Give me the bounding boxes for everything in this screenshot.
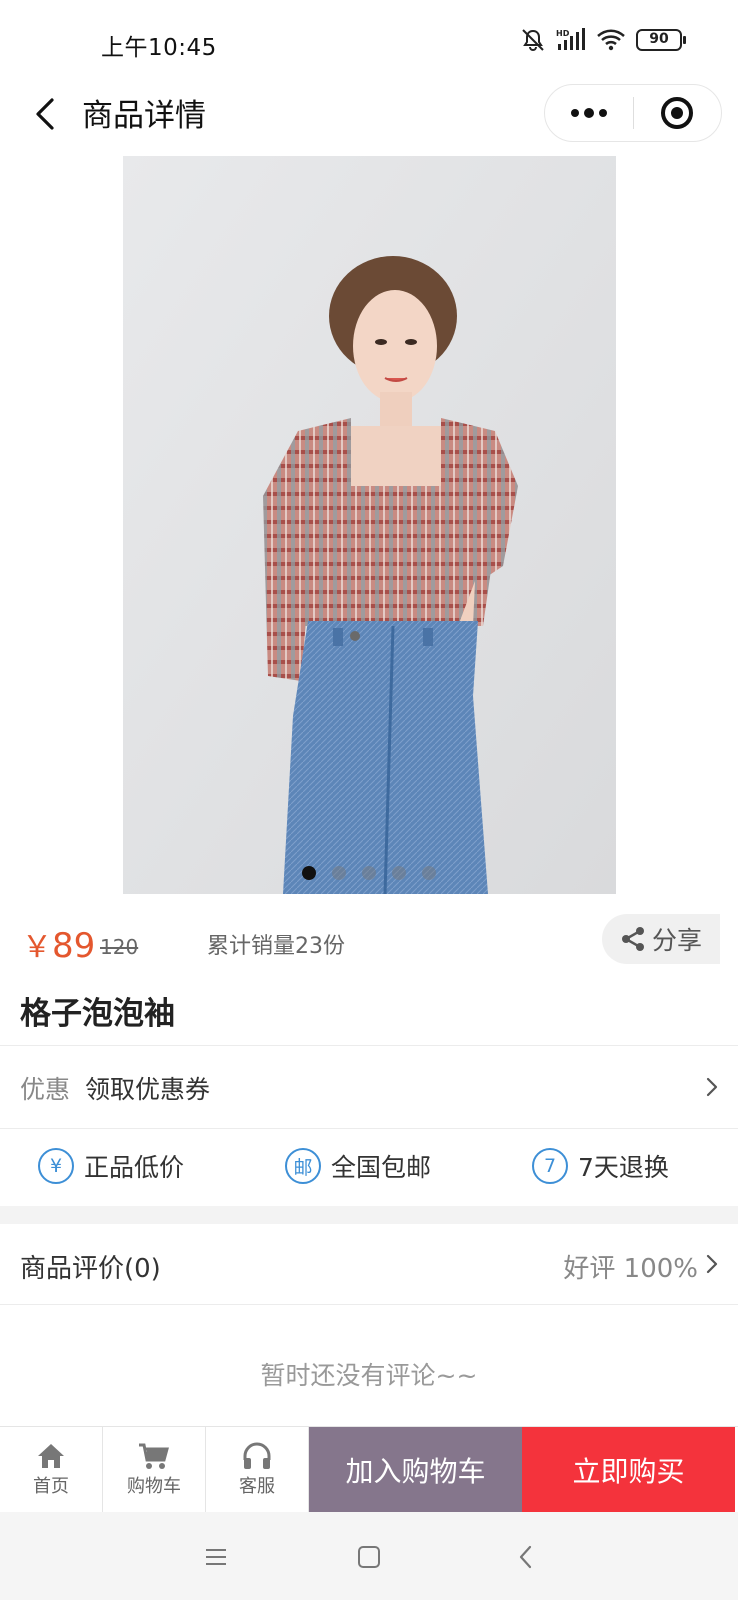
model-photo — [123, 156, 616, 894]
guarantee-text: 7天退换 — [578, 1153, 669, 1182]
bottom-action-bar: 首页 购物车 客服 加入购物车 立即购买 — [0, 1426, 738, 1512]
product-detail-screen: 上午10:45 HD 90 商品详情 ￥89 120 累计销量23份 分享 格子… — [0, 0, 738, 1600]
gallery-dot[interactable] — [302, 866, 316, 880]
currency-symbol: ￥ — [22, 930, 52, 965]
nav-bar: 商品详情 — [0, 80, 738, 152]
bell-off-icon — [522, 29, 544, 52]
original-price: 120 — [100, 935, 139, 959]
home-label: 首页 — [33, 1475, 69, 1497]
price-value: 89 — [52, 926, 96, 966]
system-nav-bar — [0, 1512, 738, 1600]
current-price: ￥89 — [22, 922, 95, 966]
status-icons: HD 90 — [520, 28, 686, 52]
guarantee-text: 正品低价 — [84, 1153, 185, 1182]
more-dots-icon — [570, 108, 607, 118]
gallery-dots — [0, 866, 738, 880]
menu-icon — [206, 1549, 226, 1565]
guarantee-returns: 7 7天退换 — [532, 1148, 669, 1184]
headphones-icon — [243, 1442, 271, 1469]
cart-icon — [139, 1443, 169, 1469]
mini-program-capsule — [544, 84, 722, 142]
guarantees: ¥ 正品低价 邮 全国包邮 7 7天退换 — [0, 1128, 738, 1206]
page-title: 商品详情 — [82, 98, 206, 134]
menu-nav-button[interactable] — [201, 1542, 231, 1572]
more-button[interactable] — [545, 85, 633, 141]
home-tab[interactable]: 首页 — [0, 1427, 103, 1512]
cart-label: 购物车 — [127, 1475, 181, 1497]
svg-text:HD: HD — [556, 29, 570, 38]
reviews-title: 商品评价(0) — [20, 1254, 161, 1284]
share-button[interactable]: 分享 — [602, 914, 720, 964]
mail-circle-icon: 邮 — [285, 1148, 321, 1184]
product-gallery[interactable] — [0, 156, 738, 894]
coupon-row[interactable]: 优惠 领取优惠券 — [0, 1046, 738, 1128]
seven-circle-icon: 7 — [532, 1148, 568, 1184]
product-image — [123, 156, 616, 894]
coupon-text: 领取优惠券 — [85, 1075, 211, 1104]
section-separator — [0, 1206, 738, 1224]
wifi-icon — [597, 29, 625, 51]
home-nav-button[interactable] — [354, 1542, 384, 1572]
guarantee-text: 全国包邮 — [331, 1153, 432, 1182]
share-icon — [621, 927, 644, 951]
close-button[interactable] — [634, 85, 722, 141]
chevron-left-icon — [36, 98, 54, 130]
positive-rate: 好评 100% — [563, 1254, 698, 1284]
gallery-dot[interactable] — [332, 866, 346, 880]
guarantee-authentic: ¥ 正品低价 — [38, 1148, 184, 1184]
coupon-label: 优惠 — [20, 1075, 71, 1104]
share-label: 分享 — [651, 926, 702, 955]
service-tab[interactable]: 客服 — [206, 1427, 309, 1512]
guarantee-free-shipping: 邮 全国包邮 — [285, 1148, 431, 1184]
price-row: ￥89 120 累计销量23份 分享 — [0, 900, 738, 980]
gallery-dot[interactable] — [422, 866, 436, 880]
chevron-right-icon — [706, 1254, 718, 1274]
gallery-dot[interactable] — [362, 866, 376, 880]
service-label: 客服 — [239, 1475, 275, 1497]
target-circle-icon — [661, 97, 694, 129]
status-bar: 上午10:45 HD 90 — [0, 0, 738, 80]
sales-count: 累计销量23份 — [207, 934, 345, 959]
battery-icon: 90 — [636, 29, 686, 51]
back-nav-button[interactable] — [511, 1542, 541, 1572]
empty-reviews-text: 暂时还没有评论~~ — [260, 1361, 478, 1390]
home-icon — [38, 1443, 64, 1468]
gallery-dot[interactable] — [392, 866, 406, 880]
add-to-cart-button[interactable]: 加入购物车 — [309, 1427, 522, 1512]
back-arrow-icon — [519, 1545, 532, 1569]
chevron-right-icon — [706, 1077, 718, 1097]
square-icon — [358, 1546, 380, 1568]
buy-now-button[interactable]: 立即购买 — [522, 1427, 735, 1512]
status-time: 上午10:45 — [101, 35, 217, 61]
hd-signal-icon: HD — [556, 28, 585, 50]
divider — [0, 1304, 738, 1305]
cart-tab[interactable]: 购物车 — [103, 1427, 206, 1512]
back-button[interactable] — [26, 92, 70, 136]
reviews-row[interactable]: 商品评价(0) 好评 100% — [0, 1224, 738, 1304]
yen-circle-icon: ¥ — [38, 1148, 74, 1184]
product-name: 格子泡泡袖 — [20, 996, 175, 1032]
